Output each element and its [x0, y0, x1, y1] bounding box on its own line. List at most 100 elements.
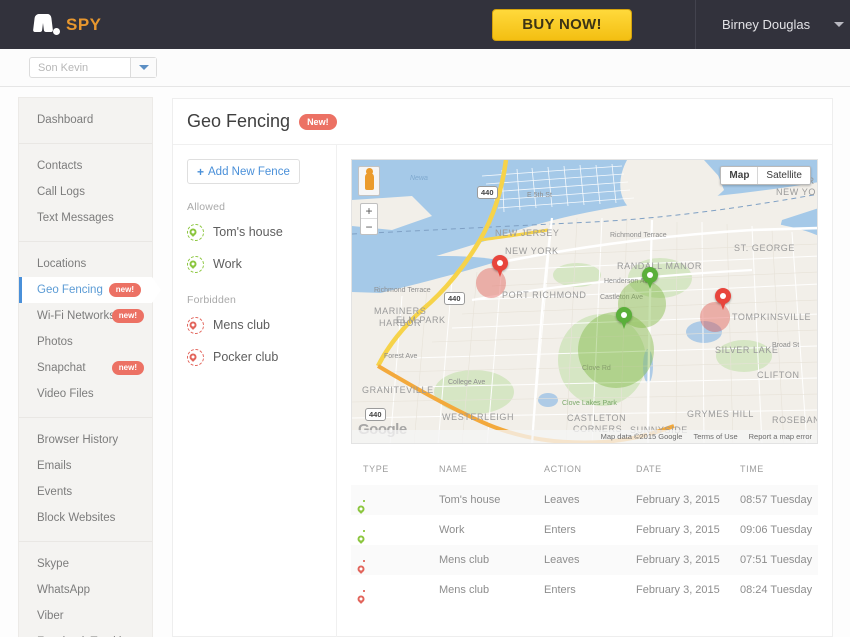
brand-logo[interactable]: SPY	[0, 14, 492, 35]
table-row[interactable]: Work Enters February 3, 2015 09:06 Tuesday	[351, 515, 818, 545]
map-label: Richmond Terrace	[610, 232, 667, 239]
map-pin-icon	[187, 255, 204, 273]
cell-time: 07:51 Tuesday	[740, 554, 813, 566]
zoom-in-button[interactable]: +	[361, 204, 377, 219]
sidebar-item-label: Skype	[37, 558, 69, 570]
street-view-pegman-icon[interactable]	[358, 166, 380, 196]
sidebar-item-geo-fencing[interactable]: Geo Fencing new!	[19, 277, 161, 303]
fence-list-item[interactable]: Work	[187, 251, 336, 277]
sidebar-item-contacts[interactable]: Contacts	[19, 153, 152, 179]
account-select-value: Son Kevin	[30, 58, 131, 77]
table-body: Tom's house Leaves February 3, 2015 08:57 T…	[351, 485, 818, 605]
sidebar-item-label: Call Logs	[37, 186, 85, 198]
map-label: CASTLETON	[567, 413, 627, 423]
panel-body: + Add New Fence Allowed Tom's house Work Fo…	[173, 145, 832, 637]
sidebar-item-video-files[interactable]: Video Files	[19, 381, 152, 407]
map-pin-icon	[187, 223, 204, 241]
report-map-error-link[interactable]: Report a map error	[749, 432, 812, 441]
zoom-out-button[interactable]: −	[361, 219, 377, 234]
app-root: SPY BUY NOW! Birney Douglas Son Kevin Da…	[0, 0, 850, 637]
map-marker-pin-icon[interactable]	[715, 288, 731, 311]
map-label: NEW YO	[776, 187, 816, 197]
sidebar-item-events[interactable]: Events	[19, 479, 152, 505]
sidebar-item-label: Block Websites	[37, 512, 116, 524]
cell-date: February 3, 2015	[636, 494, 720, 506]
map-marker-pin-icon[interactable]	[492, 255, 508, 278]
map-label: ROSEBANK	[772, 415, 817, 425]
map-type-satellite[interactable]: Satellite	[757, 167, 810, 184]
sidebar-item-text-messages[interactable]: Text Messages	[19, 205, 152, 231]
sidebar-item-block-websites[interactable]: Block Websites	[19, 505, 152, 531]
map-type-map[interactable]: Map	[721, 167, 758, 184]
user-menu[interactable]: Birney Douglas	[696, 0, 845, 49]
map-zoom-controls[interactable]: + −	[360, 203, 378, 235]
sidebar-item-call-logs[interactable]: Call Logs	[19, 179, 152, 205]
map-marker-pin-icon[interactable]	[616, 307, 632, 330]
map-label: CLIFTON	[757, 370, 800, 380]
panel-header: Geo Fencing New!	[173, 99, 832, 145]
fence-group-label: Forbidden	[187, 294, 237, 306]
sidebar-item-viber[interactable]: Viber	[19, 603, 152, 629]
table-header-row: TYPE NAME ACTION DATE TIME	[351, 456, 818, 485]
cell-name: Work	[439, 524, 465, 536]
map-marker-pin-icon[interactable]	[642, 267, 658, 290]
cell-date: February 3, 2015	[636, 554, 720, 566]
map-and-log-column: NewaE 5th StNEW JERSEYNEW YORKNEW JERNEW…	[337, 145, 832, 637]
cell-time: 09:06 Tuesday	[740, 524, 813, 536]
map-label: WESTERLEIGH	[442, 412, 515, 422]
sidebar-group: Dashboard	[19, 98, 152, 144]
fence-item-label: Pocker club	[213, 350, 279, 364]
sidebar-item-new-badge: new!	[111, 309, 144, 323]
table-row[interactable]: Mens club Enters February 3, 2015 08:24 Tue…	[351, 575, 818, 605]
map-label: E 5th St	[527, 192, 552, 199]
map-label: RANDALL MANOR	[617, 261, 702, 271]
fence-item-label: Work	[213, 257, 242, 271]
map-label: College Ave	[448, 379, 486, 386]
table-row[interactable]: Mens club Leaves February 3, 2015 07:51 Tue…	[351, 545, 818, 575]
map-canvas[interactable]: NewaE 5th StNEW JERSEYNEW YORKNEW JERNEW…	[351, 159, 818, 444]
sidebar-group: Locations Geo Fencing new! Wi-Fi Networks ne…	[19, 242, 161, 418]
brand-logo-text: SPY	[66, 14, 102, 34]
sidebar-item-label: Geo Fencing	[37, 284, 103, 296]
fence-list-column: + Add New Fence Allowed Tom's house Work Fo…	[173, 145, 337, 637]
account-select[interactable]: Son Kevin	[29, 57, 157, 78]
content-panel: Geo Fencing New! + Add New Fence Allowed…	[172, 98, 833, 637]
sidebar-group: Skype WhatsApp Viber Facebook Tracking	[19, 542, 152, 637]
sidebar-item-label: Events	[37, 486, 73, 498]
sidebar-item-wi-fi-networks[interactable]: Wi-Fi Networks new!	[19, 303, 152, 329]
map-type-switcher[interactable]: Map Satellite	[720, 166, 811, 185]
cell-action: Leaves	[544, 494, 580, 506]
add-new-fence-button[interactable]: + Add New Fence	[187, 159, 300, 184]
route-shield-440: 440	[477, 186, 498, 199]
fence-list-item[interactable]: Pocker club	[187, 344, 336, 370]
sidebar-item-photos[interactable]: Photos	[19, 329, 152, 355]
sidebar-item-label: Dashboard	[37, 114, 94, 126]
sidebar: Dashboard Contacts Call Logs Text Messages L…	[18, 97, 161, 637]
map-label: Broad St	[772, 342, 800, 349]
geofence-log-table-wrap: TYPE NAME ACTION DATE TIME Tom's house Le…	[351, 456, 818, 605]
top-bar: SPY BUY NOW! Birney Douglas	[0, 0, 850, 49]
sidebar-item-browser-history[interactable]: Browser History	[19, 427, 152, 453]
sidebar-item-whatsapp[interactable]: WhatsApp	[19, 577, 152, 603]
sidebar-item-dashboard[interactable]: Dashboard	[19, 107, 152, 133]
sidebar-item-locations[interactable]: Locations	[19, 251, 152, 277]
buy-now-button[interactable]: BUY NOW!	[492, 8, 632, 41]
sidebar-item-skype[interactable]: Skype	[19, 551, 152, 577]
sidebar-item-emails[interactable]: Emails	[19, 453, 152, 479]
fence-list-item[interactable]: Tom's house	[187, 219, 336, 245]
cell-action: Enters	[544, 524, 576, 536]
cell-date: February 3, 2015	[636, 524, 720, 536]
sidebar-item-snapchat[interactable]: Snapchat new!	[19, 355, 152, 381]
fence-list-item[interactable]: Mens club	[187, 312, 336, 338]
cell-type	[351, 485, 439, 515]
account-select-arrow[interactable]	[131, 58, 156, 77]
cell-type	[351, 515, 439, 545]
sidebar-item-label: Photos	[37, 336, 73, 348]
terms-of-use-link[interactable]: Terms of Use	[693, 432, 737, 441]
sidebar-item-facebook-tracking[interactable]: Facebook Tracking	[19, 629, 152, 637]
route-shield-440: 440	[444, 292, 465, 305]
table-row[interactable]: Tom's house Leaves February 3, 2015 08:57 T…	[351, 485, 818, 515]
page-title: Geo Fencing	[187, 111, 291, 131]
cell-time: 08:57 Tuesday	[740, 494, 813, 506]
user-name: Birney Douglas	[722, 17, 811, 32]
